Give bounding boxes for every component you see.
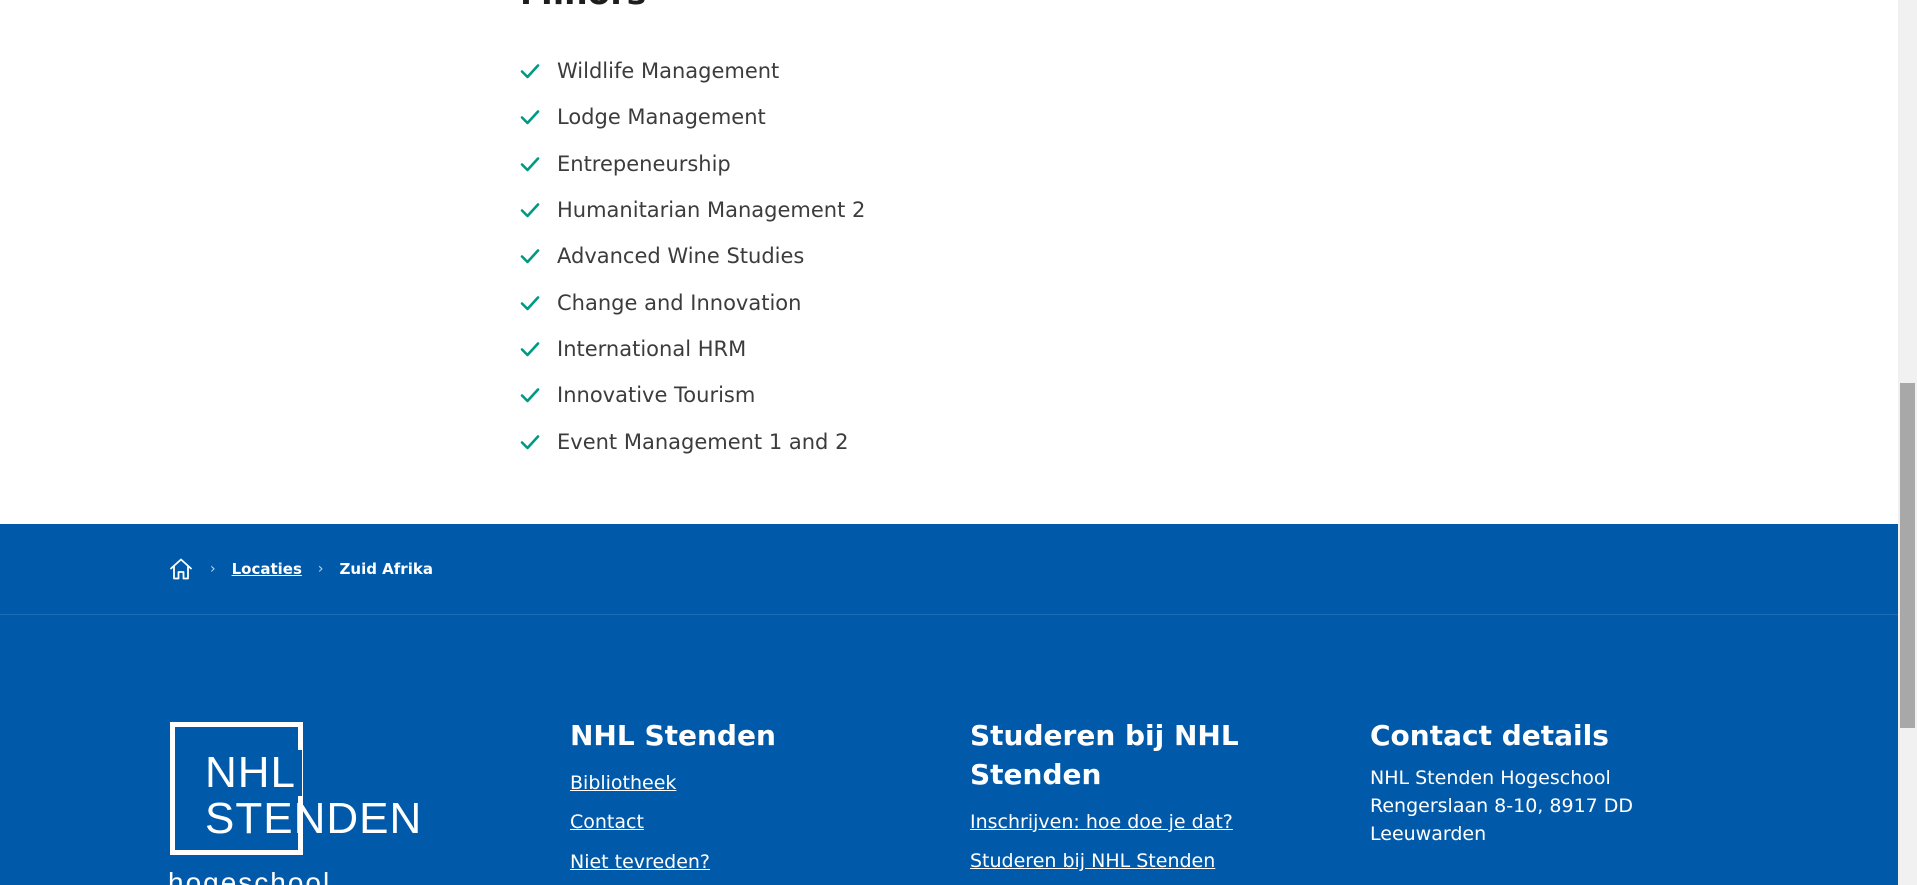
breadcrumb-bar: › Locaties › Zuid Afrika <box>0 524 1898 615</box>
footer-link-studeren[interactable]: Studeren bij NHL Stenden <box>970 850 1215 872</box>
footer-links: Bibliotheek Contact Niet tevreden? <box>570 763 910 882</box>
site-footer: › Locaties › Zuid Afrika NHL STENDEN hog… <box>0 524 1898 885</box>
list-item: Humanitarian Management 2 <box>520 187 865 233</box>
logo-subtitle: hogeschool <box>168 867 332 885</box>
breadcrumb-link-locaties[interactable]: Locaties <box>232 560 302 578</box>
list-item: Event Management 1 and 2 <box>520 418 865 464</box>
footer-link-item: Inschrijven: hoe doe je dat? <box>970 802 1290 842</box>
minors-list: Wildlife Management Lodge Management Ent… <box>520 48 865 465</box>
check-icon <box>520 385 540 405</box>
contact-address: NHL Stenden Hogeschool Rengerslaan 8-10,… <box>1370 764 1690 848</box>
logo-line-2: STENDEN <box>205 794 423 843</box>
list-item-label: Advanced Wine Studies <box>557 244 805 269</box>
contact-line: Leeuwarden <box>1370 823 1487 845</box>
list-item-label: Event Management 1 and 2 <box>557 429 849 454</box>
footer-column-title: NHL Stenden <box>570 719 776 752</box>
breadcrumb-current: Zuid Afrika <box>339 560 433 578</box>
scrollbar-thumb[interactable] <box>1900 383 1915 728</box>
logo-line-1: NHL <box>205 750 303 796</box>
list-item: Lodge Management <box>520 94 865 140</box>
footer-column-contact: Contact details NHL Stenden Hogeschool R… <box>1370 716 1690 848</box>
footer-link-item: Studeren bij NHL Stenden <box>970 842 1290 882</box>
footer-link-niet-tevreden[interactable]: Niet tevreden? <box>570 851 710 873</box>
list-item-label: Change and Innovation <box>557 290 802 315</box>
check-icon <box>520 107 540 127</box>
home-icon[interactable] <box>168 556 194 582</box>
breadcrumb-separator: › <box>317 561 324 577</box>
contact-line: NHL Stenden Hogeschool <box>1370 767 1611 789</box>
footer-column-title: Studeren bij NHL Stenden <box>970 719 1239 791</box>
list-item-label: Lodge Management <box>557 105 766 130</box>
logo[interactable]: NHL STENDEN <box>205 750 422 842</box>
footer-link-inschrijven[interactable]: Inschrijven: hoe doe je dat? <box>970 811 1233 833</box>
list-item-label: International HRM <box>557 336 747 361</box>
check-icon <box>520 154 540 174</box>
page: Minors Wildlife Management Lodge Managem… <box>0 0 1898 885</box>
list-item: Entrepeneurship <box>520 141 865 187</box>
list-item: Advanced Wine Studies <box>520 233 865 279</box>
list-item-label: Entrepeneurship <box>557 151 731 176</box>
breadcrumb: › Locaties › Zuid Afrika <box>168 555 433 583</box>
minors-section: Minors Wildlife Management Lodge Managem… <box>0 0 1898 524</box>
list-item: Innovative Tourism <box>520 372 865 418</box>
footer-column-studeren: Studeren bij NHL Stenden Inschrijven: ho… <box>970 716 1290 881</box>
list-item: Change and Innovation <box>520 279 865 325</box>
check-icon <box>520 293 540 313</box>
breadcrumb-separator: › <box>210 561 216 577</box>
footer-link-item: Contact <box>570 803 910 843</box>
footer-link-bibliotheek[interactable]: Bibliotheek <box>570 772 676 794</box>
check-icon <box>520 200 540 220</box>
footer-column-nhl-stenden: NHL Stenden Bibliotheek Contact Niet tev… <box>570 716 910 882</box>
footer-link-contact[interactable]: Contact <box>570 811 644 833</box>
list-item: International HRM <box>520 326 865 372</box>
check-icon <box>520 432 540 452</box>
check-icon <box>520 339 540 359</box>
minors-title: Minors <box>520 0 646 9</box>
list-item-label: Innovative Tourism <box>557 383 756 408</box>
footer-link-item: Bibliotheek <box>570 763 910 803</box>
footer-link-item: Niet tevreden? <box>570 842 910 882</box>
list-item-label: Wildlife Management <box>557 59 780 84</box>
list-item: Wildlife Management <box>520 48 865 94</box>
scrollbar[interactable] <box>1898 0 1917 885</box>
check-icon <box>520 246 540 266</box>
list-item-label: Humanitarian Management 2 <box>557 198 866 223</box>
contact-line: Rengerslaan 8-10, 8917 DD <box>1370 795 1634 817</box>
footer-links: Inschrijven: hoe doe je dat? Studeren bi… <box>970 802 1290 881</box>
footer-column-title: Contact details <box>1370 719 1609 752</box>
check-icon <box>520 61 540 81</box>
